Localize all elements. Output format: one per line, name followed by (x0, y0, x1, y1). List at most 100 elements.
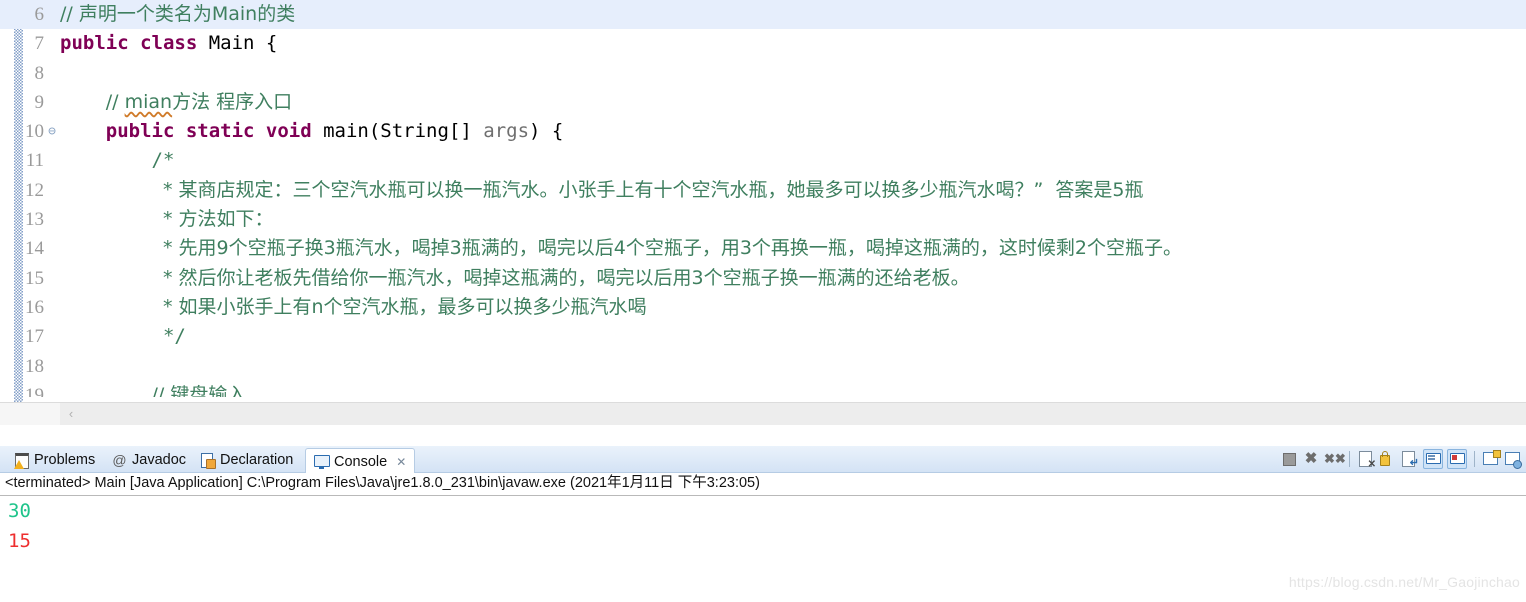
line-number: 15 (25, 267, 44, 289)
panel-divider (0, 425, 1526, 446)
line-number: 16 (25, 296, 44, 318)
view-tabbar[interactable]: Problems @ Javadoc Declaration Console ✕ ✖ ✖✖ (0, 446, 1526, 474)
code-token: // (105, 90, 125, 113)
code-line[interactable]: 18 (0, 352, 1526, 381)
tab-problems[interactable]: Problems (6, 448, 103, 472)
word-wrap-icon[interactable] (1401, 450, 1419, 469)
code-text: * 方法如下： (60, 205, 274, 234)
code-token: // 声明一个类名为Main的类 (60, 3, 296, 25)
watermark-text: https://blog.csdn.net/Mr_Gaojinchao (1288, 574, 1520, 590)
tab-label: Javadoc (132, 452, 187, 468)
code-text: /* (60, 146, 175, 175)
tab-console[interactable]: Console ✕ (305, 448, 416, 474)
line-number: 19 (25, 384, 44, 397)
code-line[interactable]: 11 /* (0, 146, 1526, 175)
console-output[interactable]: 30 15 https://blog.csdn.net/Mr_Gaojinchao (0, 496, 1526, 602)
pin-console-icon[interactable] (1504, 450, 1522, 469)
code-line[interactable]: 6 // 声明一个类名为Main的类 (0, 0, 1526, 30)
line-number: 14 (25, 238, 44, 260)
code-line[interactable]: 16 * 如果小张手上有n个空汽水瓶，最多可以换多少瓶汽水喝 (0, 293, 1526, 322)
code-fold-icon[interactable]: ⊖ (45, 117, 59, 146)
code-line[interactable]: 7 public class Main { (0, 29, 1526, 58)
console-process-header: <terminated> Main [Java Application] C:\… (0, 473, 1526, 494)
code-token: /* (151, 149, 175, 172)
code-token: main(String[] (323, 120, 484, 143)
scroll-left-arrow-icon[interactable]: ‹ (60, 403, 82, 425)
code-line[interactable]: 17 */ (0, 322, 1526, 351)
line-number: 7 (34, 33, 45, 55)
code-text: // 声明一个类名为Main的类 (60, 0, 295, 29)
code-text: public static void main(String[] args) { (60, 117, 564, 146)
problems-icon (14, 452, 29, 469)
console-toolbar[interactable]: ✖ ✖✖ (1280, 447, 1522, 471)
code-token: Main { (208, 32, 278, 55)
java-editor[interactable]: 6 // 声明一个类名为Main的类 7 public class Main { 8 9 … (0, 0, 1526, 425)
remove-all-launches-icon[interactable]: ✖✖ (1324, 450, 1346, 468)
remove-launch-icon[interactable]: ✖ (1302, 450, 1320, 468)
code-text: * 如果小张手上有n个空汽水瓶，最多可以换多少瓶汽水喝 (60, 293, 647, 322)
code-token: * 先用9个空瓶子换3瓶汽水，喝掉3瓶满的，喝完以后4个空瓶子，用3个再换一瓶，… (162, 237, 1183, 260)
stop-icon[interactable] (1280, 450, 1298, 468)
code-token: * 方法如下： (162, 208, 274, 231)
code-token: public class (60, 32, 209, 55)
code-text: public class Main { (60, 29, 277, 58)
code-line[interactable]: 12 * 某商店规定：三个空汽水瓶可以换一瓶汽水。小张手上有十个空汽水瓶，她最多… (0, 176, 1526, 205)
code-text: */ (60, 322, 186, 351)
line-number: 6 (34, 4, 45, 25)
code-token: 方法 程序入口 (172, 90, 293, 113)
line-number: 12 (25, 179, 44, 201)
code-line[interactable]: 15 * 然后你让老板先借给你一瓶汽水，喝掉这瓶满的，喝完以后用3个空瓶子换一瓶… (0, 264, 1526, 293)
console-line: 30 (8, 500, 31, 522)
code-lines[interactable]: 6 // 声明一个类名为Main的类 7 public class Main { 8 9 … (0, 0, 1526, 397)
eclipse-ide-window: 6 // 声明一个类名为Main的类 7 public class Main { 8 9 … (0, 0, 1526, 602)
line-number: 9 (34, 91, 45, 113)
bottom-view-panel: Problems @ Javadoc Declaration Console ✕ ✖ ✖✖… (0, 446, 1526, 602)
code-token: * 某商店规定：三个空汽水瓶可以换一瓶汽水。小张手上有十个空汽水瓶，她最多可以换… (162, 178, 1144, 201)
code-token: * 然后你让老板先借给你一瓶汽水，喝掉这瓶满的，喝完以后用3个空瓶子换一瓶满的还… (162, 266, 970, 289)
code-line[interactable]: 13 * 方法如下： (0, 205, 1526, 234)
code-line[interactable]: 8 (0, 59, 1526, 88)
code-line[interactable]: 9 // mian方法 程序入口 (0, 88, 1526, 117)
clear-console-icon[interactable] (1357, 450, 1376, 470)
console-icon (314, 454, 330, 469)
open-console-icon[interactable] (1482, 450, 1501, 468)
code-text: * 某商店规定：三个空汽水瓶可以换一瓶汽水。小张手上有十个空汽水瓶，她最多可以换… (60, 176, 1144, 205)
code-token: // 键盘输入 (151, 383, 247, 397)
line-number: 10 (25, 121, 44, 143)
javadoc-icon: @ (112, 451, 127, 468)
editor-horizontal-scrollbar[interactable]: ‹ (0, 402, 1526, 425)
code-text: * 然后你让老板先借给你一瓶汽水，喝掉这瓶满的，喝完以后用3个空瓶子换一瓶满的还… (60, 264, 970, 293)
display-console-on-error-icon[interactable] (1447, 449, 1467, 469)
toolbar-separator (1349, 451, 1350, 467)
code-text: // mian方法 程序入口 (60, 88, 292, 117)
scroll-lock-icon[interactable] (1379, 450, 1397, 468)
tab-label: Problems (34, 452, 96, 468)
line-number: 8 (34, 62, 45, 84)
code-token: */ (162, 325, 186, 348)
editor-scroll-thumb[interactable] (60, 403, 1526, 425)
code-line[interactable]: 14 * 先用9个空瓶子换3瓶汽水，喝掉3瓶满的，喝完以后4个空瓶子，用3个再换… (0, 234, 1526, 263)
tab-label: Console (334, 453, 388, 470)
console-line: 15 (8, 530, 31, 552)
tab-declaration[interactable]: Declaration (192, 448, 301, 472)
editor-code-area[interactable]: 6 // 声明一个类名为Main的类 7 public class Main { 8 9 … (0, 0, 1526, 425)
code-token: ) { (529, 120, 564, 143)
console-line-list: 30 15 (0, 496, 1526, 556)
code-line[interactable]: 19 // 键盘输入 (0, 381, 1526, 397)
code-token: mian (124, 90, 173, 113)
code-token: args (483, 120, 530, 143)
line-number: 13 (25, 209, 44, 231)
tab-javadoc[interactable]: @ Javadoc (104, 448, 194, 472)
line-number: 18 (25, 355, 44, 377)
display-selected-console-icon[interactable] (1423, 449, 1443, 469)
code-text: * 先用9个空瓶子换3瓶汽水，喝掉3瓶满的，喝完以后4个空瓶子，用3个再换一瓶，… (60, 234, 1182, 263)
declaration-icon (200, 452, 216, 469)
code-line[interactable]: 10 ⊖ public static void main(String[] arg… (0, 117, 1526, 146)
toolbar-separator-2 (1474, 451, 1475, 467)
code-token: public static void (105, 120, 324, 143)
close-icon[interactable]: ✕ (396, 455, 406, 469)
line-number: 11 (25, 150, 44, 172)
code-token: * 如果小张手上有n个空汽水瓶，最多可以换多少瓶汽水喝 (162, 295, 647, 318)
tab-label: Declaration (220, 452, 294, 468)
code-text: // 键盘输入 (60, 381, 247, 397)
